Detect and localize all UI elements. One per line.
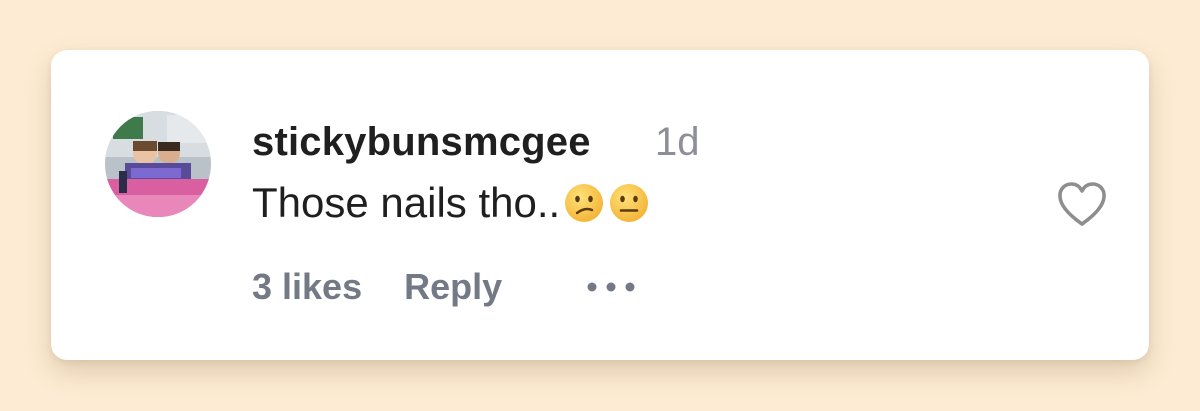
reply-button[interactable]: Reply — [404, 266, 502, 308]
comment-card: stickybunsmcgee 1d Those nails tho.. 3 l… — [51, 50, 1149, 360]
comment-body: Those nails tho.. — [252, 178, 650, 228]
confused-face-icon — [563, 182, 605, 224]
neutral-face-icon — [608, 182, 650, 224]
avatar[interactable] — [105, 111, 211, 217]
likes-count-button[interactable]: 3 likes — [252, 266, 362, 308]
comment-text: Those nails tho.. — [252, 179, 561, 226]
like-heart-icon[interactable] — [1056, 180, 1108, 228]
timestamp: 1d — [655, 120, 700, 164]
more-options-icon[interactable] — [584, 281, 638, 293]
comment-actions: 3 likes Reply — [252, 264, 638, 310]
avatar-image — [105, 111, 211, 217]
username[interactable]: stickybunsmcgee — [252, 120, 591, 165]
